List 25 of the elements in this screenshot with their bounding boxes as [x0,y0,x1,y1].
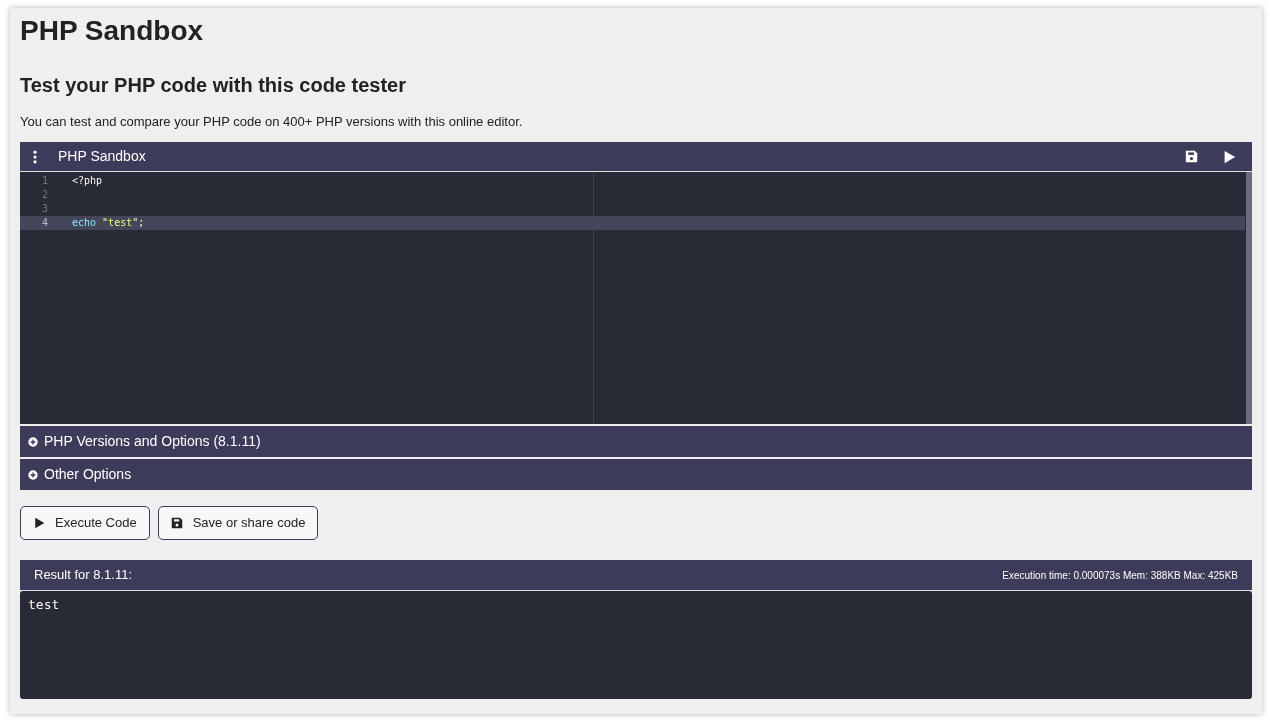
page-subtitle: Test your PHP code with this code tester [20,73,407,98]
run-button[interactable] [1222,149,1236,164]
expand-icon [28,469,38,480]
page-title: PHP Sandbox [20,14,205,48]
play-icon [33,517,45,529]
execution-stats: Execution time: 0.000073s Mem: 388KB Max: 425KB [1002,568,1238,583]
execute-button[interactable]: Execute Code [20,506,150,540]
save-button[interactable] [1185,150,1198,163]
save-icon [170,517,183,529]
save-share-button[interactable]: Save or share code [157,506,319,540]
line-number: 3 [40,202,49,216]
code-editor[interactable]: 1 2 3 4 <?php echo "test"; [20,172,1252,424]
line-number: 4 [20,216,56,230]
intro-text: You can test and compare your PHP code on 400+ PHP versions with this online editor. [20,114,524,130]
save-icon [1185,150,1198,163]
code-line: <?php [71,174,104,188]
result-title: Result for 8.1.11: [34,566,133,585]
options-section[interactable]: PHP Versions and Options (8.1.11) [20,426,1252,457]
play-icon [1222,149,1236,164]
line-number: 2 [40,188,49,202]
editor-title: PHP Sandbox [58,147,146,166]
options-section[interactable]: Other Options [20,459,1252,490]
output-box: test [20,591,1252,699]
expand-icon [28,436,38,447]
line-number: 1 [40,174,49,188]
